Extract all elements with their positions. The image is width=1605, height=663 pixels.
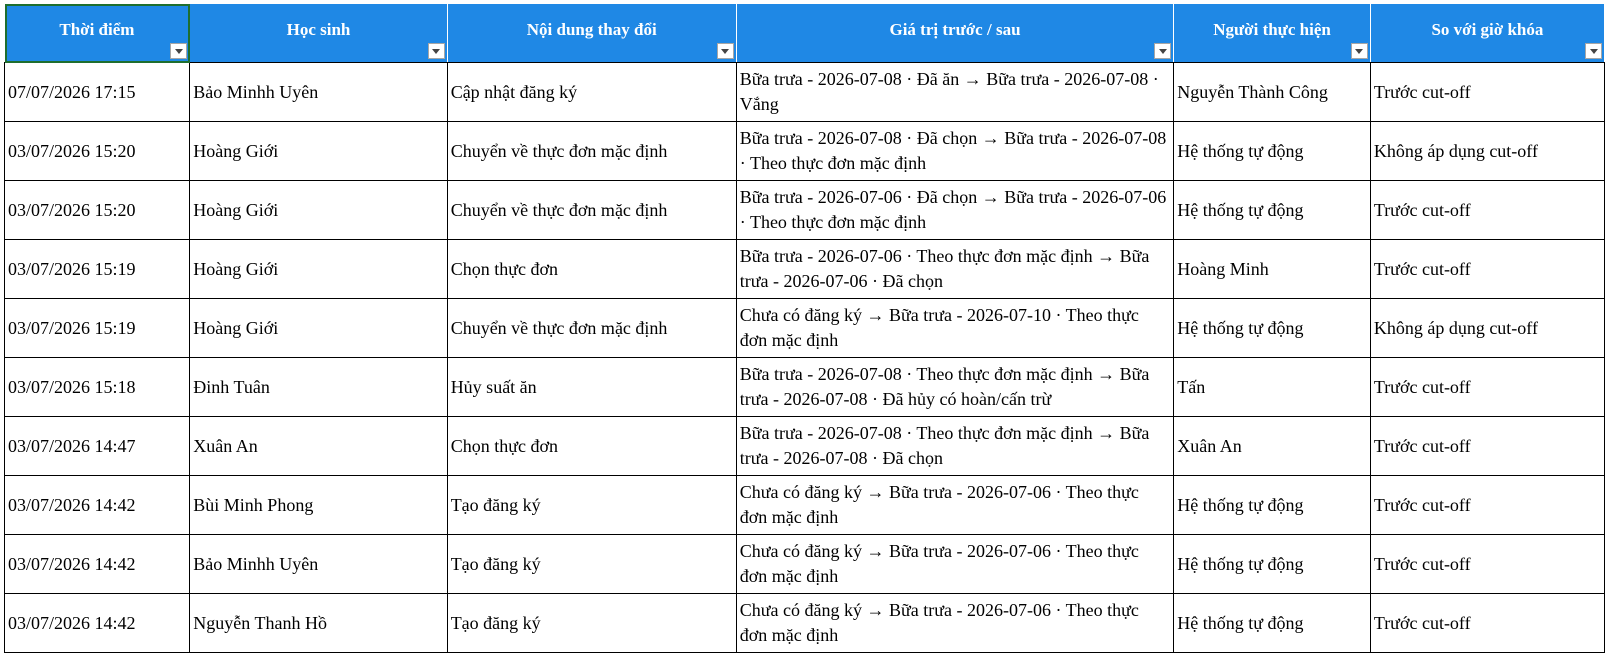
column-header-label: Học sinh: [286, 20, 351, 39]
cell-cutoff[interactable]: Trước cut-off: [1369, 475, 1605, 535]
column-header-change[interactable]: Nội dung thay đổi: [447, 4, 737, 63]
cell-student[interactable]: Bảo Minhh Uyên: [189, 62, 448, 122]
cell-student[interactable]: Hoàng Giới: [189, 298, 448, 358]
cell-student[interactable]: Nguyễn Thanh Hồ: [189, 593, 448, 653]
table-row: 03/07/2026 14:42 Bùi Minh Phong Tạo đăng…: [3, 475, 1605, 535]
cell-before-after[interactable]: Bữa trưa - 2026-07-06 · Theo thực đơn mặ…: [735, 239, 1175, 299]
cell-student[interactable]: Hoàng Giới: [189, 239, 448, 299]
cell-student[interactable]: Hoàng Giới: [189, 180, 448, 240]
cell-cutoff[interactable]: Trước cut-off: [1369, 416, 1605, 476]
audit-log-table: Thời điểm Học sinh Nội dung thay đổi Giá…: [3, 4, 1605, 653]
cell-cutoff[interactable]: Trước cut-off: [1369, 62, 1605, 122]
table-row: 03/07/2026 14:42 Nguyễn Thanh Hồ Tạo đăn…: [3, 593, 1605, 653]
table-row: 03/07/2026 15:18 Đinh Tuân Hủy suất ăn B…: [3, 357, 1605, 417]
cell-actor[interactable]: Hệ thống tự động: [1173, 298, 1371, 358]
cell-time[interactable]: 03/07/2026 14:42: [3, 593, 191, 653]
filter-dropdown-icon[interactable]: [1350, 43, 1368, 59]
table-row: 07/07/2026 17:15 Bảo Minhh Uyên Cập nhật…: [3, 62, 1605, 122]
cell-cutoff[interactable]: Trước cut-off: [1369, 593, 1605, 653]
cell-before-after[interactable]: Bữa trưa - 2026-07-08 · Theo thực đơn mặ…: [735, 416, 1175, 476]
cell-cutoff[interactable]: Trước cut-off: [1369, 239, 1605, 299]
table-row: 03/07/2026 15:19 Hoàng Giới Chọn thực đơ…: [3, 239, 1605, 299]
column-header-label: Giá trị trước / sau: [889, 20, 1021, 39]
cell-cutoff[interactable]: Trước cut-off: [1369, 180, 1605, 240]
cell-student[interactable]: Đinh Tuân: [189, 357, 448, 417]
cell-cutoff[interactable]: Trước cut-off: [1369, 357, 1605, 417]
cell-actor[interactable]: Hoàng Minh: [1173, 239, 1371, 299]
column-header-label: So với giờ khóa: [1431, 20, 1544, 39]
table-body: 07/07/2026 17:15 Bảo Minhh Uyên Cập nhật…: [3, 62, 1605, 653]
table-row: 03/07/2026 15:19 Hoàng Giới Chuyển về th…: [3, 298, 1605, 358]
column-header-label: Nội dung thay đổi: [526, 20, 657, 39]
cell-change[interactable]: Cập nhật đăng ký: [446, 62, 737, 122]
cell-time[interactable]: 03/07/2026 15:20: [3, 121, 191, 181]
cell-cutoff[interactable]: Trước cut-off: [1369, 534, 1605, 594]
cell-actor[interactable]: Xuân An: [1173, 416, 1371, 476]
column-header-label: Thời điểm: [59, 20, 135, 39]
cell-actor[interactable]: Hệ thống tự động: [1173, 593, 1371, 653]
column-header-student[interactable]: Học sinh: [189, 4, 448, 63]
cell-time[interactable]: 03/07/2026 15:20: [3, 180, 191, 240]
cell-before-after[interactable]: Bữa trưa - 2026-07-06 · Đã chọn → Bữa tr…: [735, 180, 1175, 240]
cell-actor[interactable]: Hệ thống tự động: [1173, 180, 1371, 240]
cell-change[interactable]: Chuyển về thực đơn mặc định: [446, 180, 737, 240]
cell-change[interactable]: Chọn thực đơn: [446, 239, 737, 299]
table-row: 03/07/2026 14:47 Xuân An Chọn thực đơn B…: [3, 416, 1605, 476]
cell-before-after[interactable]: Chưa có đăng ký → Bữa trưa - 2026-07-06 …: [735, 534, 1175, 594]
cell-before-after[interactable]: Bữa trưa - 2026-07-08 · Đã ăn → Bữa trưa…: [735, 62, 1175, 122]
cell-time[interactable]: 03/07/2026 15:19: [3, 298, 191, 358]
filter-dropdown-icon[interactable]: [1154, 43, 1172, 59]
cell-actor[interactable]: Hệ thống tự động: [1173, 121, 1371, 181]
filter-dropdown-icon[interactable]: [427, 43, 445, 59]
cell-change[interactable]: Tạo đăng ký: [446, 534, 737, 594]
cell-time[interactable]: 03/07/2026 14:47: [3, 416, 191, 476]
table-row: 03/07/2026 15:20 Hoàng Giới Chuyển về th…: [3, 121, 1605, 181]
cell-before-after[interactable]: Chưa có đăng ký → Bữa trưa - 2026-07-06 …: [735, 593, 1175, 653]
cell-change[interactable]: Hủy suất ăn: [446, 357, 737, 417]
cell-time[interactable]: 03/07/2026 15:18: [3, 357, 191, 417]
filter-dropdown-icon[interactable]: [716, 43, 734, 59]
cell-before-after[interactable]: Bữa trưa - 2026-07-08 · Theo thực đơn mặ…: [735, 357, 1175, 417]
cell-actor[interactable]: Hệ thống tự động: [1173, 534, 1371, 594]
cell-before-after[interactable]: Chưa có đăng ký → Bữa trưa - 2026-07-06 …: [735, 475, 1175, 535]
column-header-actor[interactable]: Người thực hiện: [1173, 4, 1371, 63]
cell-time[interactable]: 07/07/2026 17:15: [3, 62, 191, 122]
cell-change[interactable]: Chọn thực đơn: [446, 416, 737, 476]
cell-time[interactable]: 03/07/2026 14:42: [3, 475, 191, 535]
cell-change[interactable]: Chuyển về thực đơn mặc định: [446, 298, 737, 358]
table-row: 03/07/2026 14:42 Bảo Minhh Uyên Tạo đăng…: [3, 534, 1605, 594]
cell-cutoff[interactable]: Không áp dụng cut-off: [1369, 121, 1605, 181]
filter-dropdown-icon[interactable]: [1585, 43, 1602, 59]
filter-dropdown-icon[interactable]: [170, 43, 188, 59]
table-row: 03/07/2026 15:20 Hoàng Giới Chuyển về th…: [3, 180, 1605, 240]
cell-before-after[interactable]: Bữa trưa - 2026-07-08 · Đã chọn → Bữa tr…: [735, 121, 1175, 181]
cell-before-after[interactable]: Chưa có đăng ký → Bữa trưa - 2026-07-10 …: [735, 298, 1175, 358]
cell-student[interactable]: Bảo Minhh Uyên: [189, 534, 448, 594]
cell-student[interactable]: Hoàng Giới: [189, 121, 448, 181]
cell-change[interactable]: Tạo đăng ký: [446, 475, 737, 535]
column-header-label: Người thực hiện: [1213, 20, 1331, 39]
cell-actor[interactable]: Hệ thống tự động: [1173, 475, 1371, 535]
spreadsheet: Thời điểm Học sinh Nội dung thay đổi Giá…: [0, 0, 1605, 663]
cell-student[interactable]: Xuân An: [189, 416, 448, 476]
header-row: Thời điểm Học sinh Nội dung thay đổi Giá…: [4, 4, 1605, 63]
column-header-before-after[interactable]: Giá trị trước / sau: [736, 4, 1175, 63]
cell-change[interactable]: Tạo đăng ký: [446, 593, 737, 653]
cell-change[interactable]: Chuyển về thực đơn mặc định: [446, 121, 737, 181]
cell-cutoff[interactable]: Không áp dụng cut-off: [1369, 298, 1605, 358]
column-header-time[interactable]: Thời điểm: [4, 4, 191, 63]
cell-time[interactable]: 03/07/2026 15:19: [3, 239, 191, 299]
cell-student[interactable]: Bùi Minh Phong: [189, 475, 448, 535]
cell-actor[interactable]: Nguyễn Thành Công: [1173, 62, 1371, 122]
cell-actor[interactable]: Tấn: [1173, 357, 1371, 417]
column-header-cutoff[interactable]: So với giờ khóa: [1370, 4, 1605, 63]
cell-time[interactable]: 03/07/2026 14:42: [3, 534, 191, 594]
